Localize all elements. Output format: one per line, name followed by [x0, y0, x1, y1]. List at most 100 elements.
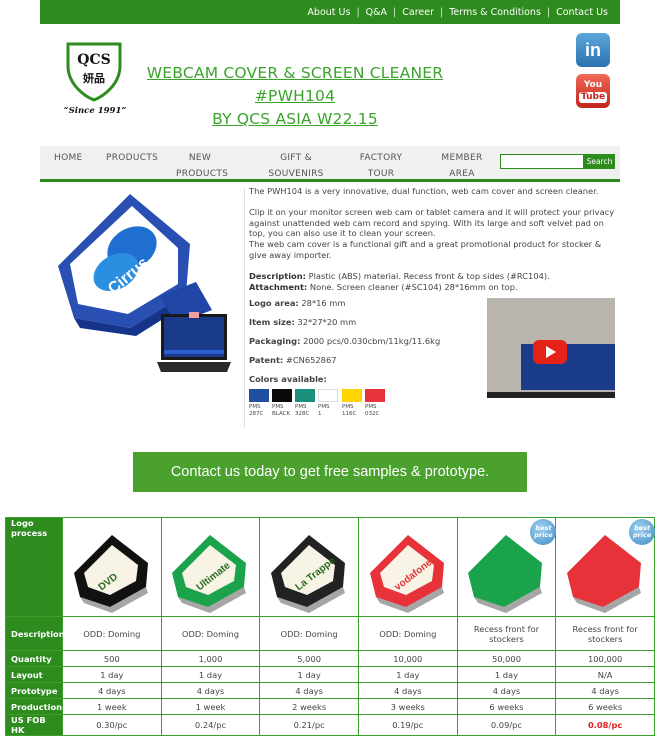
play-triangle	[546, 346, 556, 358]
table-cell: 0.24/pc	[160, 714, 261, 736]
table-cell: 4 days	[456, 682, 557, 699]
product-description: The PWH104 is a very innovative, dual fu…	[249, 186, 621, 292]
qcs-logo[interactable]: QCS 妍品	[60, 40, 128, 116]
table-cell: 1 day	[62, 666, 162, 683]
table-cell: ODD: Doming	[62, 616, 162, 651]
table-cell: 6 weeks	[555, 698, 655, 715]
spec-patent-label: Patent:	[249, 355, 284, 365]
table-cell: best price	[555, 517, 656, 617]
description-para3: The web cam cover is a functional gift a…	[249, 239, 602, 260]
youtube-icon[interactable]: You Tube	[576, 74, 610, 108]
table-cell: Ultimate	[160, 517, 261, 617]
nav-member-label-2: AREA	[449, 169, 475, 179]
table-cell: N/A	[555, 666, 655, 683]
webcam-cover-shape: DVD	[73, 535, 148, 613]
nav-member-label-1: MEMBER	[441, 153, 483, 163]
color-swatch	[249, 389, 269, 402]
description-material: Description: Plastic (ABS) material. Rec…	[249, 271, 621, 282]
topnav-career[interactable]: Career	[396, 7, 440, 18]
table-cell: 1 day	[259, 666, 359, 683]
table-cell: vodafone	[357, 517, 458, 617]
spec-patent: Patent: #CN652867	[249, 355, 337, 365]
table-cell: 4 days	[555, 682, 655, 699]
table-cell: 10,000	[357, 650, 458, 667]
topnav-terms[interactable]: Terms & Conditions	[443, 7, 547, 18]
nav-products-label: PRODUCTS	[106, 153, 159, 163]
spec-logo-area: Logo area: 28*16 mm	[249, 298, 345, 308]
spec-colors: Colors available:	[249, 374, 327, 384]
color-swatch	[295, 389, 315, 402]
product-variant-image: La Trappe	[263, 521, 355, 613]
logo-tagline: “Since 1991”	[63, 106, 127, 116]
nav-new-products[interactable]: NEW PRODUCTS	[176, 150, 228, 182]
spec-logo-area-value: 28*16 mm	[298, 298, 346, 308]
product-variant-image: DVD	[66, 521, 158, 613]
topnav-about-us[interactable]: About Us	[301, 7, 356, 18]
page-title-line2: BY QCS ASIA W22.15	[212, 110, 378, 128]
table-cell: 500	[62, 650, 162, 667]
table-row: US FOB HK 0.30/pc 0.24/pc 0.21/pc 0.19/p…	[5, 714, 655, 736]
color-swatch	[365, 389, 385, 402]
search-button[interactable]: Search	[584, 154, 615, 169]
table-cell: 1 week	[62, 698, 162, 715]
nav-factory-tour[interactable]: FACTORY TOUR	[356, 150, 406, 182]
description-para2: Clip it on your monitor screen web cam o…	[249, 206, 615, 239]
best-price-badge: best price	[530, 519, 557, 545]
table-cell: Recess front for stockers	[456, 616, 557, 651]
table-cell: 1 week	[160, 698, 261, 715]
description-attachment: Attachment: None. Screen cleaner (#SC104…	[249, 282, 621, 293]
column-divider	[244, 188, 245, 428]
youtube-label-bottom: Tube	[578, 92, 608, 103]
table-cell: ODD: Doming	[357, 616, 458, 651]
nav-home-label: HOME	[54, 153, 83, 163]
description-intro: The PWH104 is a very innovative, dual fu…	[249, 186, 599, 196]
laptop-image	[157, 312, 231, 372]
color-label: PMS 1	[318, 404, 344, 417]
search-input[interactable]	[500, 154, 584, 169]
topnav-qa[interactable]: Q&A	[360, 7, 393, 18]
spec-patent-value: #CN652867	[283, 355, 337, 365]
table-cell: DVD	[62, 517, 162, 617]
nav-gift-souvenirs[interactable]: GIFT & SOUVENIRS	[264, 150, 328, 182]
table-cell-best-price: 0.08/pc	[555, 714, 655, 736]
table-cell: 50,000	[456, 650, 557, 667]
nav-home[interactable]: HOME	[54, 150, 83, 166]
spec-logo-area-label: Logo area:	[249, 298, 299, 308]
row-label-price: US FOB HK	[5, 714, 63, 736]
play-icon[interactable]	[533, 340, 567, 364]
spec-packaging: Packaging: 2000 pcs/0.030cbm/11kg/11.6kg	[249, 336, 440, 346]
table-cell: 4 days	[62, 682, 162, 699]
color-label-line: 1	[318, 410, 322, 417]
spec-packaging-label: Packaging:	[249, 336, 301, 346]
table-cell: 3 weeks	[357, 698, 458, 715]
table-cell: 6 weeks	[456, 698, 557, 715]
nav-factory-label-1: FACTORY	[359, 153, 403, 163]
table-cell: 4 days	[259, 682, 359, 699]
table-cell: 1 day	[357, 666, 458, 683]
table-cell: 1,000	[160, 650, 261, 667]
nav-member-area[interactable]: MEMBER AREA	[438, 150, 486, 182]
table-cell: 1 day	[456, 666, 557, 683]
table-cell: 4 days	[357, 682, 458, 699]
table-cell: 2 weeks	[259, 698, 359, 715]
description-material-value: Plastic (ABS) material. Recess front & t…	[305, 270, 550, 281]
topnav-contact-us[interactable]: Contact Us	[550, 7, 614, 18]
product-variant-image: Ultimate	[164, 521, 256, 613]
table-cell: 0.30/pc	[62, 714, 162, 736]
nav-products[interactable]: PRODUCTS	[106, 150, 158, 166]
table-cell: 0.21/pc	[259, 714, 359, 736]
color-label-line: 032C	[365, 410, 380, 417]
table-cell: ODD: Doming	[259, 616, 359, 651]
product-variant-image: best price	[559, 519, 656, 613]
row-label-description: Description	[5, 616, 65, 651]
contact-cta-button[interactable]: Contact us today to get free samples & p…	[133, 452, 527, 492]
pricing-table: Logo process DVD Ultimate La Trappe voda…	[5, 517, 656, 736]
table-cell: 1 day	[160, 666, 261, 683]
color-swatch	[272, 389, 292, 402]
linkedin-icon[interactable]: in	[576, 33, 610, 67]
description-material-label: Description:	[249, 270, 306, 281]
table-cell: best price	[456, 517, 557, 617]
product-video[interactable]	[487, 298, 615, 398]
row-label-layout: Layout	[5, 666, 63, 683]
product-variant-image: best price	[460, 519, 557, 613]
